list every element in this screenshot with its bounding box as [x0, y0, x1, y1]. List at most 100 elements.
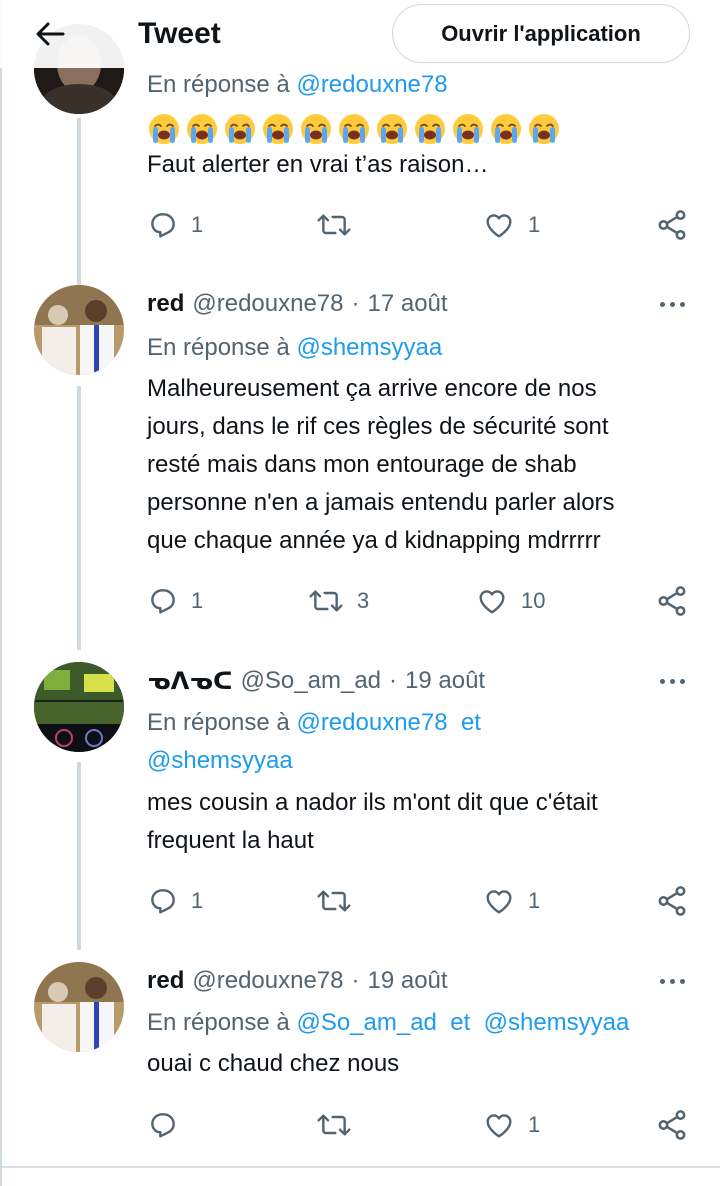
like-button[interactable]: 1 [482, 1105, 540, 1145]
tweet-text-line: mes cousin a nador ils m'ont dit que c'é… [147, 789, 598, 816]
reply-icon [151, 889, 175, 914]
reply-icon [151, 213, 175, 238]
heart-icon [486, 214, 512, 238]
avatar[interactable] [34, 962, 124, 1052]
retweet-count: 3 [357, 588, 370, 613]
reply-count: 1 [191, 212, 204, 237]
display-name[interactable]: red [147, 967, 184, 995]
heart-icon [479, 590, 505, 614]
loudly-crying-face-icon [451, 112, 489, 146]
tweet-text-line: ouai c chaud chez nous [147, 1050, 400, 1077]
more-dot-icon [669, 678, 675, 684]
share-icon [658, 1110, 686, 1140]
retweet-button[interactable] [315, 205, 365, 245]
more-dot-icon [659, 301, 665, 307]
like-count: 1 [528, 888, 541, 913]
more-options-button[interactable] [652, 669, 692, 693]
reply-prefix: En réponse à [147, 1009, 290, 1036]
share-icon [658, 886, 686, 916]
reply-button[interactable]: 1 [147, 581, 203, 621]
reply-context: En réponse à @shemsyyaa [147, 329, 692, 367]
loudly-crying-face-icon [147, 112, 185, 146]
page-title: Tweet [138, 17, 221, 50]
reply-and: et [460, 709, 481, 736]
more-dot-icon [659, 678, 665, 684]
mention-link[interactable]: @So_am_ad [296, 1009, 436, 1036]
more-dot-icon [679, 678, 685, 684]
mention-link[interactable]: @redouxne78 [296, 71, 447, 98]
retweet-button[interactable] [315, 881, 365, 921]
share-button[interactable] [655, 1105, 689, 1145]
display-name[interactable]: red [147, 290, 184, 318]
more-dot-icon [679, 978, 685, 984]
loudly-crying-face-icon [223, 112, 261, 146]
reply-prefix: En réponse à [147, 71, 290, 98]
retweet-icon [317, 890, 351, 912]
more-dot-icon [659, 978, 665, 984]
like-count: 1 [528, 1112, 541, 1137]
open-app-button[interactable]: Ouvrir l'application [392, 4, 690, 63]
retweet-button[interactable] [315, 1105, 365, 1145]
display-name[interactable]: ᓀᐱᓀᑕ [147, 667, 233, 696]
tweet-text: mes cousin a nador ils m'ont dit que c'é… [147, 784, 692, 860]
retweet-button[interactable]: 3 [307, 581, 369, 621]
reply-icon [151, 589, 175, 614]
reply-context: En réponse à @redouxne78 et @shemsyyaa [147, 704, 692, 780]
reply-icon [151, 1113, 175, 1138]
tweet-text-line: resté mais dans mon entourage de shab [147, 451, 577, 478]
more-dot-icon [669, 301, 675, 307]
tweet-date[interactable]: 19 août [405, 667, 485, 695]
reply-context: En réponse à @redouxne78 [147, 66, 692, 104]
loudly-crying-face-icon [413, 112, 451, 146]
more-dot-icon [669, 978, 675, 984]
tweet-text-line: Faut alerter en vrai t’as raison… [147, 151, 489, 178]
more-options-button[interactable] [652, 292, 692, 316]
like-button[interactable]: 1 [482, 205, 540, 245]
tweet-date[interactable]: 17 août [368, 290, 448, 318]
tweet-text-line: frequent la haut [147, 827, 314, 854]
like-button[interactable]: 10 [475, 581, 545, 621]
like-count: 10 [521, 588, 546, 613]
loudly-crying-face-icon [185, 112, 223, 146]
share-button[interactable] [655, 205, 689, 245]
tweet-text: Faut alerter en vrai t’as raison… [147, 110, 692, 184]
tweet-header: red @redouxne78 · 17 août [147, 287, 448, 321]
emoji-row [147, 112, 692, 146]
retweet-icon [317, 1114, 351, 1136]
reply-button[interactable]: 1 [147, 881, 203, 921]
retweet-icon [317, 214, 351, 236]
reply-prefix: En réponse à [147, 709, 290, 736]
bottom-divider [2, 1166, 720, 1168]
mention-link[interactable]: @shemsyyaa [147, 747, 293, 774]
share-icon [658, 210, 686, 240]
loudly-crying-face-icon [375, 112, 413, 146]
tweet-actions: 1 [147, 1105, 692, 1145]
reply-prefix: En réponse à [147, 334, 290, 361]
reply-button[interactable]: 1 [147, 205, 203, 245]
tweet-text-line: que chaque année ya d kidnapping mdrrrrr [147, 527, 601, 554]
loudly-crying-face-icon [489, 112, 527, 146]
thread-line [77, 386, 81, 650]
user-handle[interactable]: @So_am_ad [241, 667, 381, 695]
tweet-date[interactable]: 19 août [368, 967, 448, 995]
avatar[interactable] [34, 285, 124, 375]
user-handle[interactable]: @redouxne78 [192, 290, 343, 318]
loudly-crying-face-icon [299, 112, 337, 146]
arrow-left-icon [36, 22, 65, 46]
mention-link[interactable]: @shemsyyaa [484, 1009, 630, 1036]
mention-link[interactable]: @shemsyyaa [296, 334, 442, 361]
reply-count: 1 [191, 588, 204, 613]
user-handle[interactable]: @redouxne78 [192, 967, 343, 995]
more-options-button[interactable] [652, 969, 692, 993]
reply-button[interactable] [147, 1105, 191, 1145]
share-button[interactable] [655, 581, 689, 621]
left-border [0, 0, 2, 1186]
tweet-actions: 1 3 10 [147, 581, 692, 621]
separator: · [389, 667, 398, 694]
retweet-icon [309, 590, 343, 612]
share-button[interactable] [655, 881, 689, 921]
like-button[interactable]: 1 [482, 881, 540, 921]
avatar[interactable] [34, 662, 124, 752]
back-button[interactable] [28, 14, 72, 54]
mention-link[interactable]: @redouxne78 [296, 709, 447, 736]
